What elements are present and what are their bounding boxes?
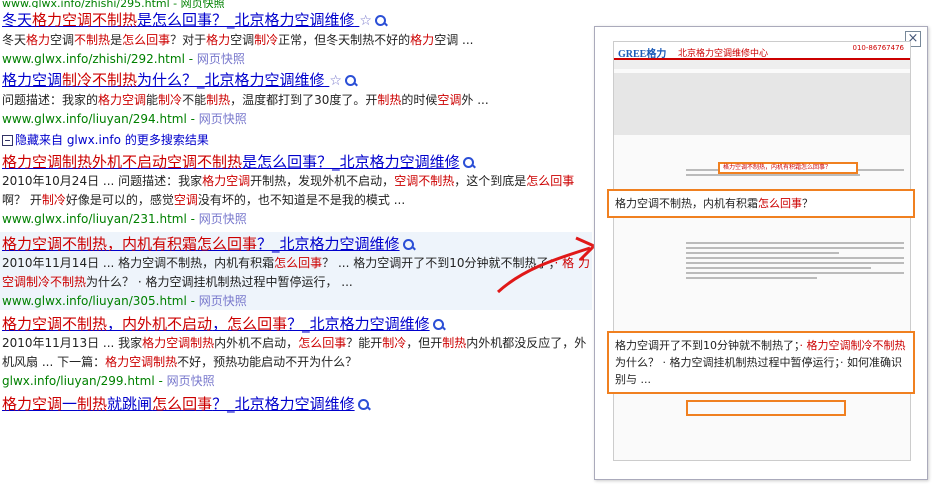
thumb-phone: 010-86767476 [852, 44, 904, 52]
thumb-header: GREE格力 北京格力空调维修中心 010-86767476 [614, 42, 910, 60]
result-3: 格力空调制热外机不启动空调不制热是怎么回事？_北京格力空调维修 2010年10月… [0, 150, 592, 228]
magnifier-icon[interactable] [357, 398, 370, 411]
magnifier-icon[interactable] [462, 156, 475, 169]
result-title-link[interactable]: 格力空调制热外机不启动空调不制热是怎么回事？_北京格力空调维修 [2, 152, 592, 172]
snippet-callout-1: 格力空调不制热，内机有积霜怎么回事？ [607, 189, 915, 218]
magnifier-icon[interactable] [344, 74, 357, 87]
more-results-toggle[interactable]: 隐藏来自 glwx.info 的更多搜索结果 [0, 128, 592, 150]
result-url: www.glwx.info/liuyan/294.html - 网页快照 [2, 112, 247, 126]
snippet-callout-2: 格力空调开了不到10分钟就不制热了；· 格力空调制冷不制热为什么？ · 格力空调… [607, 331, 915, 394]
thumb-title-highlight: 格力空调不制热，内机有积霜怎么回事？ [718, 162, 858, 174]
gree-logo: GREE格力 [618, 49, 667, 60]
snapshot-link[interactable]: 网页快照 [199, 112, 247, 126]
thumb-banner [614, 73, 910, 135]
result-2: 格力空调制冷不制热为什么？_北京格力空调维修 ☆ 问题描述：我家的格力空调能制冷… [0, 68, 592, 128]
result-snippet: 2010年11月13日 ... 我家格力空调制热内外机不启动，怎么回事？能开制冷… [2, 336, 587, 369]
result-url: www.glwx.info/liuyan/231.html - 网页快照 [2, 212, 247, 226]
magnifier-icon[interactable] [374, 14, 387, 27]
page-preview-panel: × GREE格力 北京格力空调维修中心 010-86767476 格力空调不制热… [594, 26, 928, 480]
result-title-link[interactable]: 格力空调不制热，内外机不启动，怎么回事？_北京格力空调维修 [2, 314, 592, 334]
result-url: glwx.info/liuyan/299.html - 网页快照 [2, 374, 215, 388]
magnifier-icon[interactable] [432, 318, 445, 331]
result-title-link[interactable]: 冬天格力空调不制热是怎么回事？_北京格力空调维修 ☆ [2, 10, 592, 31]
star-icon[interactable]: ☆ [359, 11, 372, 31]
red-arrow-annotation [496, 236, 597, 294]
result-6: 格力空调一制热就跳闸怎么回事？_北京格力空调维修 [0, 392, 592, 414]
result-title-link[interactable]: 格力空调一制热就跳闸怎么回事？_北京格力空调维修 [2, 394, 592, 414]
thumb-nav [614, 60, 910, 69]
search-results: 冬天格力空调不制热是怎么回事？_北京格力空调维修 ☆ 冬天格力空调不制热是怎么回… [0, 8, 592, 414]
collapse-icon[interactable] [2, 135, 13, 146]
clipped-url: www.glwx.info/zhishi/295.html - 网页快照 [2, 0, 225, 8]
magnifier-icon[interactable] [402, 238, 415, 251]
snapshot-link[interactable]: 网页快照 [199, 294, 247, 308]
preview-thumbnail[interactable]: GREE格力 北京格力空调维修中心 010-86767476 格力空调不制热，内… [613, 41, 911, 461]
result-1: 冬天格力空调不制热是怎么回事？_北京格力空调维修 ☆ 冬天格力空调不制热是怎么回… [0, 8, 592, 68]
thumb-text-highlight [686, 400, 846, 416]
result-title-link[interactable]: 格力空调制冷不制热为什么？_北京格力空调维修 ☆ [2, 70, 592, 91]
result-snippet: 问题描述：我家的格力空调能制冷不能制热，温度都打到了30度了。开制热的时候空调外… [2, 93, 489, 107]
result-snippet: 2010年10月24日 ... 问题描述：我家格力空调开制热，发现外机不启动，空… [2, 174, 575, 207]
result-snippet: 冬天格力空调不制热是怎么回事？对于格力空调制冷正常，但冬天制热不好的格力空调 .… [2, 33, 474, 47]
result-5: 格力空调不制热，内外机不启动，怎么回事？_北京格力空调维修 2010年11月13… [0, 312, 592, 390]
snapshot-link[interactable]: 网页快照 [197, 52, 245, 66]
snapshot-link[interactable]: 网页快照 [199, 212, 247, 226]
result-url: www.glwx.info/zhishi/292.html - 网页快照 [2, 52, 245, 66]
star-icon[interactable]: ☆ [329, 71, 342, 91]
snapshot-link[interactable]: 网页快照 [167, 374, 215, 388]
thumb-site-name: 北京格力空调维修中心 [678, 49, 769, 59]
